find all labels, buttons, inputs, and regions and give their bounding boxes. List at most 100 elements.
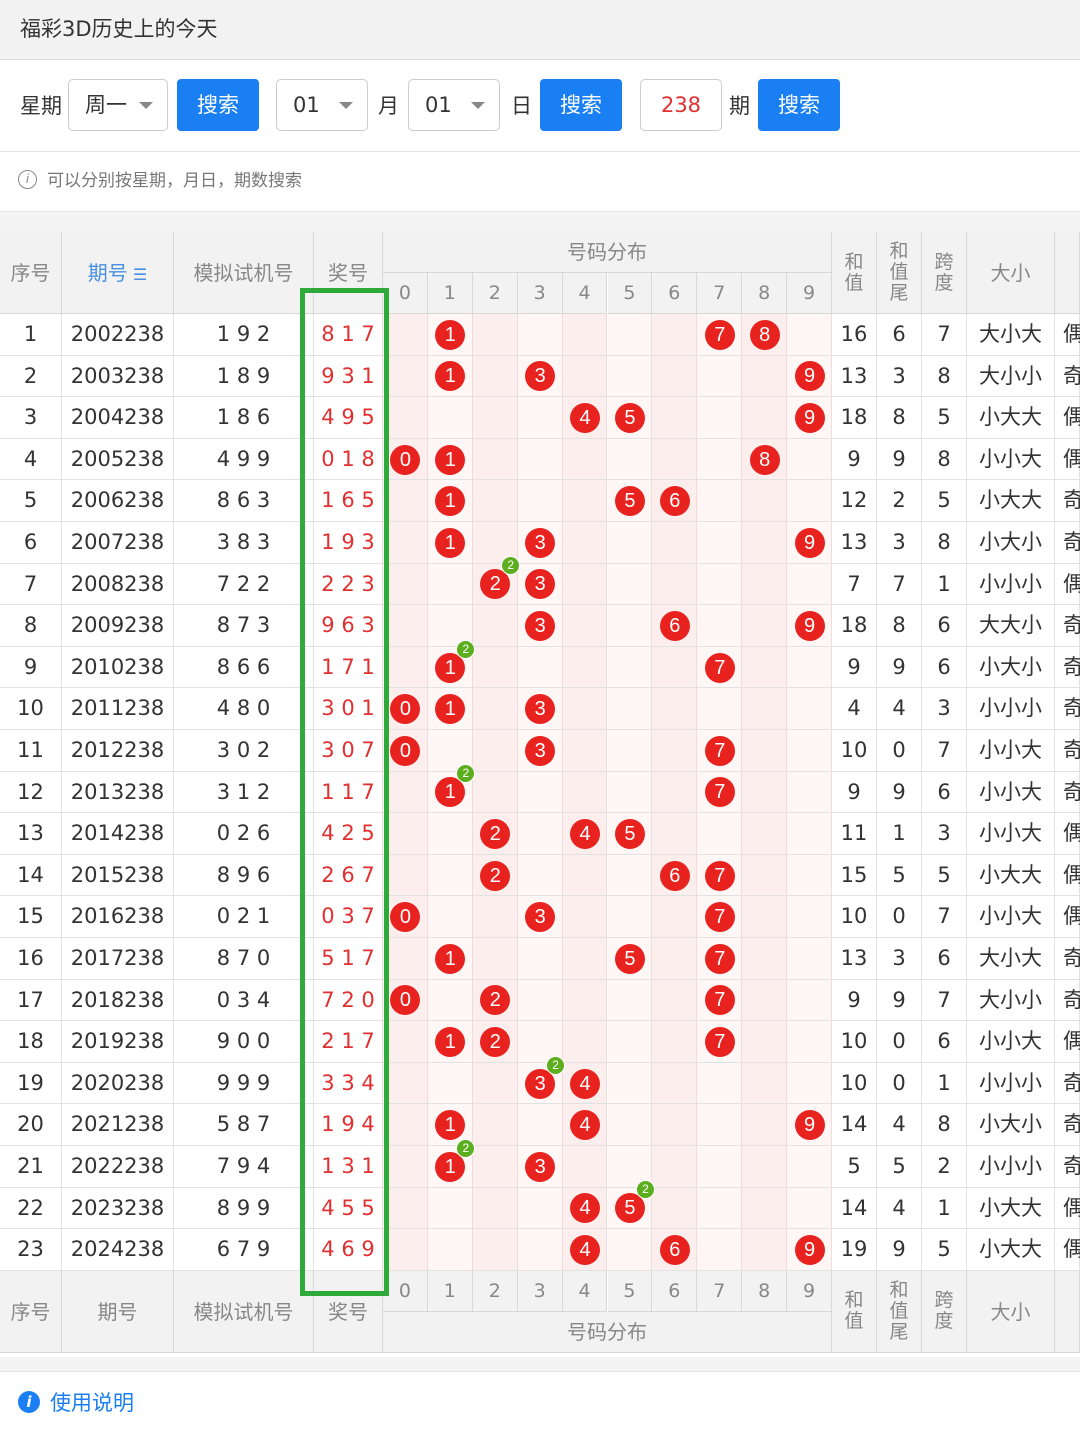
draw-ball: 7 — [704, 902, 735, 933]
cell-seq: 21 — [0, 1146, 62, 1188]
cell-sum-tail: 4 — [877, 1104, 922, 1146]
draw-ball: 2 — [480, 860, 511, 891]
cell-parity: 奇 — [1055, 355, 1080, 398]
cell-seq: 6 — [0, 522, 62, 564]
cell-seq: 15 — [0, 896, 62, 938]
header-digit-6: 6 — [652, 1270, 698, 1312]
draw-ball: 5 — [614, 403, 645, 433]
cell-sum-tail: 7 — [877, 563, 922, 606]
draw-ball: 8 — [749, 444, 780, 475]
draw-ball: 9 — [794, 361, 825, 392]
header-issue[interactable]: 期号 ☰ — [62, 232, 174, 314]
cell-sim: 8 9 6 — [174, 854, 314, 897]
header-distribution: 号码分布 — [383, 1311, 832, 1353]
header-digit-2: 2 — [472, 1270, 518, 1312]
cell-prize: 0 3 7 — [314, 896, 383, 938]
header-digit-5: 5 — [607, 273, 653, 314]
cell-seq: 3 — [0, 397, 62, 439]
cell-issue: 2021238 — [62, 1104, 174, 1146]
header-span: 跨度 — [922, 232, 967, 314]
draw-ball: 9 — [794, 1235, 825, 1265]
cell-seq: 19 — [0, 1062, 62, 1105]
header-parity — [1055, 1270, 1080, 1353]
cell-sum-tail: 3 — [877, 355, 922, 398]
cell-size: 大小大 — [967, 314, 1055, 356]
weekday-search-button[interactable]: 搜索 — [177, 79, 259, 131]
cell-sum-tail: 9 — [877, 438, 922, 481]
month-select-value: 01 — [293, 93, 320, 117]
cell-sim: 8 6 6 — [174, 646, 314, 689]
header-digit-1: 1 — [427, 1270, 473, 1312]
draw-ball: 4 — [570, 403, 601, 433]
cell-prize: 5 1 7 — [314, 938, 383, 980]
cell-sim: 9 0 0 — [174, 1021, 314, 1063]
cell-prize: 8 1 7 — [314, 314, 383, 356]
cell-parity: 奇 — [1055, 1104, 1080, 1146]
cell-parity: 奇 — [1055, 1146, 1080, 1188]
cell-prize: 4 2 5 — [314, 813, 383, 855]
cell-sum: 5 — [832, 1146, 877, 1188]
cell-sum-tail: 4 — [877, 1187, 922, 1230]
cell-size: 小大大 — [967, 397, 1055, 439]
cell-prize: 0 1 8 — [314, 438, 383, 481]
cell-sum-tail: 0 — [877, 1062, 922, 1105]
cell-size: 小小大 — [967, 813, 1055, 855]
weekday-select-value: 周一 — [85, 93, 127, 117]
cell-span: 5 — [922, 854, 967, 897]
cell-issue: 2024238 — [62, 1229, 174, 1271]
cell-issue: 2007238 — [62, 522, 174, 564]
cell-sum-tail: 4 — [877, 688, 922, 730]
cell-sim: 7 9 4 — [174, 1146, 314, 1188]
cell-sim: 9 9 9 — [174, 1062, 314, 1105]
header-digit-4: 4 — [562, 273, 608, 314]
cell-size: 小小小 — [967, 1146, 1055, 1188]
draw-ball: 7 — [704, 985, 735, 1016]
cell-size: 小大小 — [967, 522, 1055, 564]
month-select[interactable]: 01 — [276, 79, 368, 131]
draw-ball: 6 — [659, 486, 690, 517]
cell-seq: 10 — [0, 688, 62, 730]
cell-size: 小小小 — [967, 1062, 1055, 1105]
chevron-down-icon — [471, 102, 485, 109]
issue-search-button[interactable]: 搜索 — [758, 79, 840, 131]
repeat-count-badge: 2 — [456, 639, 476, 659]
cell-parity: 奇 — [1055, 646, 1080, 689]
day-select[interactable]: 01 — [408, 79, 500, 131]
cell-issue: 2009238 — [62, 605, 174, 647]
cell-sum-tail: 9 — [877, 771, 922, 814]
cell-span: 5 — [922, 1229, 967, 1271]
cell-span: 6 — [922, 1021, 967, 1063]
draw-ball: 0 — [390, 444, 421, 475]
date-search-button[interactable]: 搜索 — [540, 79, 622, 131]
cell-issue: 2003238 — [62, 355, 174, 398]
cell-sim: 3 8 3 — [174, 522, 314, 564]
header-sum-tail: 和值尾 — [877, 1270, 922, 1353]
cell-parity: 偶 — [1055, 438, 1080, 481]
draw-ball: 7 — [704, 943, 735, 974]
usage-instructions-link[interactable]: i 使用说明 — [0, 1371, 1080, 1427]
draw-ball: 9 — [794, 527, 825, 558]
sort-icon[interactable]: ☰ — [128, 265, 147, 284]
cell-sim: 4 9 9 — [174, 438, 314, 481]
draw-ball: 7 — [704, 735, 735, 766]
cell-sum-tail: 9 — [877, 979, 922, 1022]
cell-size: 大小大 — [967, 938, 1055, 980]
cell-sum: 9 — [832, 771, 877, 814]
cell-sum: 18 — [832, 397, 877, 439]
cell-seq: 2 — [0, 355, 62, 398]
cell-parity: 偶 — [1055, 813, 1080, 855]
cell-parity: 偶 — [1055, 563, 1080, 606]
cell-span: 6 — [922, 938, 967, 980]
cell-sum: 7 — [832, 563, 877, 606]
cell-issue: 2016238 — [62, 896, 174, 938]
issue-input[interactable]: 238 — [640, 79, 722, 131]
info-icon: i — [18, 1391, 40, 1413]
cell-sum-tail: 3 — [877, 938, 922, 980]
weekday-select[interactable]: 周一 — [68, 79, 168, 131]
cell-size: 小大大 — [967, 480, 1055, 522]
cell-size: 小小大 — [967, 771, 1055, 814]
search-hint: i 可以分别按星期，月日，期数搜索 — [0, 152, 1080, 212]
cell-sum: 10 — [832, 730, 877, 772]
draw-ball: 5 — [614, 819, 645, 849]
month-label: 月 — [378, 94, 399, 118]
